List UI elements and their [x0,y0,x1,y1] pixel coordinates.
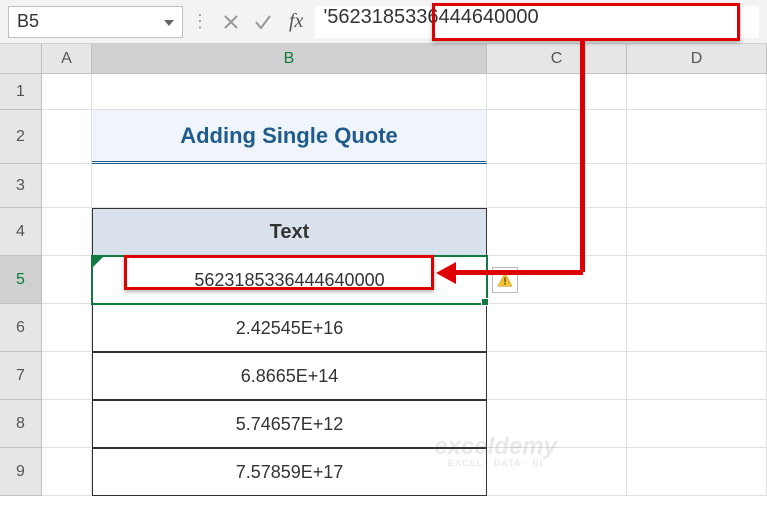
column-headers: A B C D [42,44,767,74]
fx-icon[interactable]: fx [283,10,309,33]
cell-C7[interactable] [487,352,627,400]
cell-D5[interactable] [627,256,767,304]
cell-grid: Adding Single Quote Text [42,74,767,496]
select-all-corner[interactable] [0,44,42,74]
cell-B3[interactable] [92,164,487,208]
cell-D4[interactable] [627,208,767,256]
formula-input[interactable]: '5623185336444640000 [315,6,759,38]
cell-C3[interactable] [487,164,627,208]
row-headers: 1 2 3 4 5 6 7 8 9 [0,74,42,496]
cell-D8[interactable] [627,400,767,448]
cell-C9[interactable] [487,448,627,496]
chevron-down-icon[interactable] [164,15,174,29]
cell-B9[interactable]: 7.57859E+17 [92,448,487,496]
cell-A7[interactable] [42,352,92,400]
cell-B1[interactable] [92,74,487,110]
cell-A5[interactable] [42,256,92,304]
name-box[interactable]: B5 [8,6,183,38]
sheet: A B C D 1 2 3 4 5 6 7 8 9 [0,44,767,524]
cell-A6[interactable] [42,304,92,352]
cell-D1[interactable] [627,74,767,110]
cell-B5[interactable]: 5623185336444640000 [92,256,487,304]
svg-text:!: ! [503,277,506,288]
row-header-2[interactable]: 2 [0,110,42,164]
row-header-9[interactable]: 9 [0,448,42,496]
row-header-8[interactable]: 8 [0,400,42,448]
cell-D7[interactable] [627,352,767,400]
text-format-indicator [93,257,103,267]
cell-A9[interactable] [42,448,92,496]
cell-C8[interactable] [487,400,627,448]
row-header-6[interactable]: 6 [0,304,42,352]
separator: ⋮ [189,11,211,32]
cell-D6[interactable] [627,304,767,352]
annotation-arrow-v [580,41,585,272]
row-header-7[interactable]: 7 [0,352,42,400]
cell-D2[interactable] [627,110,767,164]
row-header-5[interactable]: 5 [0,256,42,304]
cell-A2[interactable] [42,110,92,164]
cell-A4[interactable] [42,208,92,256]
cell-A3[interactable] [42,164,92,208]
cell-C2[interactable] [487,110,627,164]
cell-C4[interactable] [487,208,627,256]
cell-B2-title[interactable]: Adding Single Quote [92,110,487,164]
formula-bar: B5 ⋮ fx '5623185336444640000 [0,0,767,44]
annotation-arrow-h [454,270,583,275]
enter-icon[interactable] [249,8,277,36]
cancel-icon[interactable] [217,8,245,36]
row-header-1[interactable]: 1 [0,74,42,110]
cell-C1[interactable] [487,74,627,110]
formula-value: '5623185336444640000 [323,6,538,28]
col-header-A[interactable]: A [42,44,92,74]
col-header-D[interactable]: D [627,44,767,74]
cell-A1[interactable] [42,74,92,110]
col-header-B[interactable]: B [92,44,487,74]
cell-B8[interactable]: 5.74657E+12 [92,400,487,448]
formula-bar-buttons [217,8,277,36]
cell-C6[interactable] [487,304,627,352]
cell-D9[interactable] [627,448,767,496]
row-header-4[interactable]: 4 [0,208,42,256]
row-header-3[interactable]: 3 [0,164,42,208]
cell-B4-header[interactable]: Text [92,208,487,256]
cell-B7[interactable]: 6.8665E+14 [92,352,487,400]
cell-D3[interactable] [627,164,767,208]
cell-B5-value: 5623185336444640000 [194,270,384,291]
name-box-value: B5 [17,11,39,32]
cell-B6[interactable]: 2.42545E+16 [92,304,487,352]
col-header-C[interactable]: C [487,44,627,74]
cell-A8[interactable] [42,400,92,448]
annotation-arrow-head [436,262,456,284]
